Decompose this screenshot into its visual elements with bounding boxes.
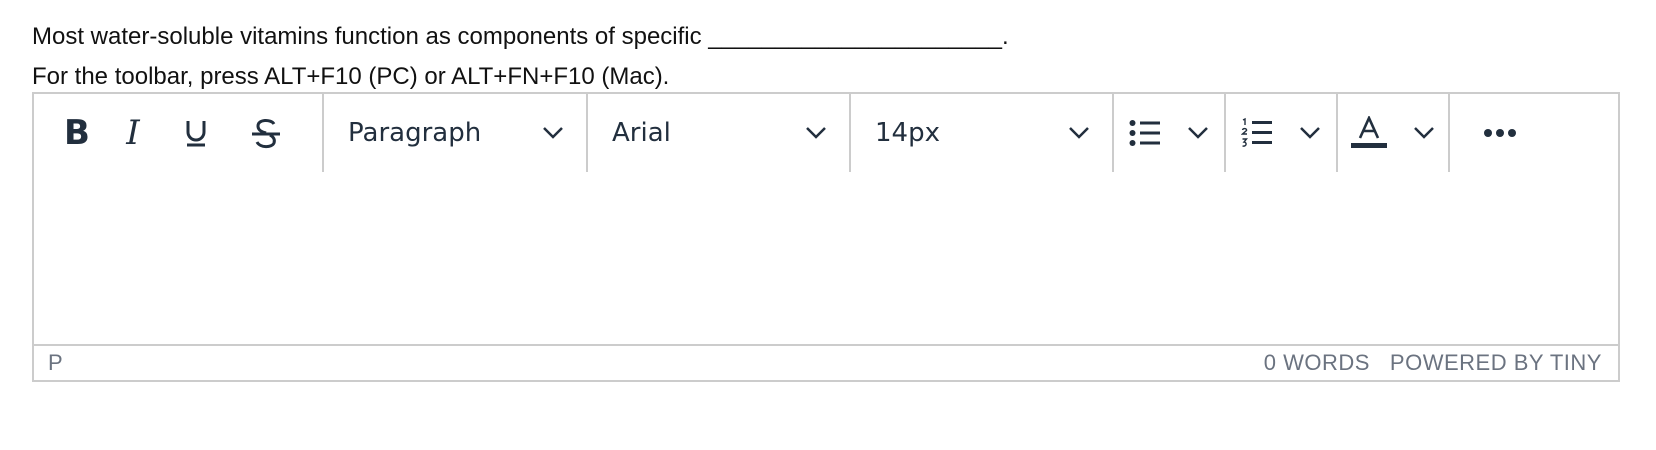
strikethrough-button[interactable] (226, 103, 306, 163)
font-size-select[interactable]: 14px (851, 94, 1114, 172)
text-color-icon (1351, 116, 1387, 148)
chevron-down-icon (1300, 127, 1320, 139)
bullet-list-button[interactable] (1114, 94, 1226, 172)
chevron-down-icon (543, 127, 563, 139)
rich-text-editor: B I Paragraph Arial 14px P 0 WORDS POWER… (32, 92, 1620, 382)
underline-button[interactable] (166, 103, 226, 163)
formatting-group: B I (34, 94, 324, 172)
text-color-button[interactable] (1338, 94, 1450, 172)
numbered-list-icon (1241, 117, 1272, 147)
font-size-value: 14px (875, 118, 940, 148)
chevron-down-icon (1414, 127, 1434, 139)
underline-icon (186, 121, 206, 147)
numbered-list-button[interactable] (1226, 94, 1338, 172)
chevron-down-icon (806, 127, 826, 139)
strikethrough-icon (252, 119, 280, 149)
element-path[interactable]: P (48, 350, 63, 376)
word-count[interactable]: 0 WORDS (1264, 350, 1370, 376)
chevron-down-icon (1069, 127, 1089, 139)
bullet-list-icon (1129, 120, 1160, 146)
more-icon (1484, 129, 1516, 137)
block-format-select[interactable]: Paragraph (324, 94, 588, 172)
block-format-value: Paragraph (348, 118, 482, 148)
editor-toolbar: B I Paragraph Arial 14px (34, 94, 1618, 174)
bold-button[interactable]: B (54, 103, 100, 163)
status-right: 0 WORDS POWERED BY TINY (1264, 350, 1602, 376)
font-family-select[interactable]: Arial (588, 94, 851, 172)
powered-by-link[interactable]: POWERED BY TINY (1390, 350, 1602, 376)
more-button[interactable] (1450, 94, 1550, 172)
font-family-value: Arial (612, 118, 671, 148)
toolbar-instructions: For the toolbar, press ALT+F10 (PC) or A… (32, 63, 670, 90)
question-text: Most water-soluble vitamins function as … (32, 23, 1009, 50)
chevron-down-icon (1188, 127, 1208, 139)
editor-statusbar: P 0 WORDS POWERED BY TINY (34, 344, 1618, 380)
editor-content-area[interactable] (34, 172, 1618, 344)
italic-button[interactable]: I (100, 103, 166, 163)
